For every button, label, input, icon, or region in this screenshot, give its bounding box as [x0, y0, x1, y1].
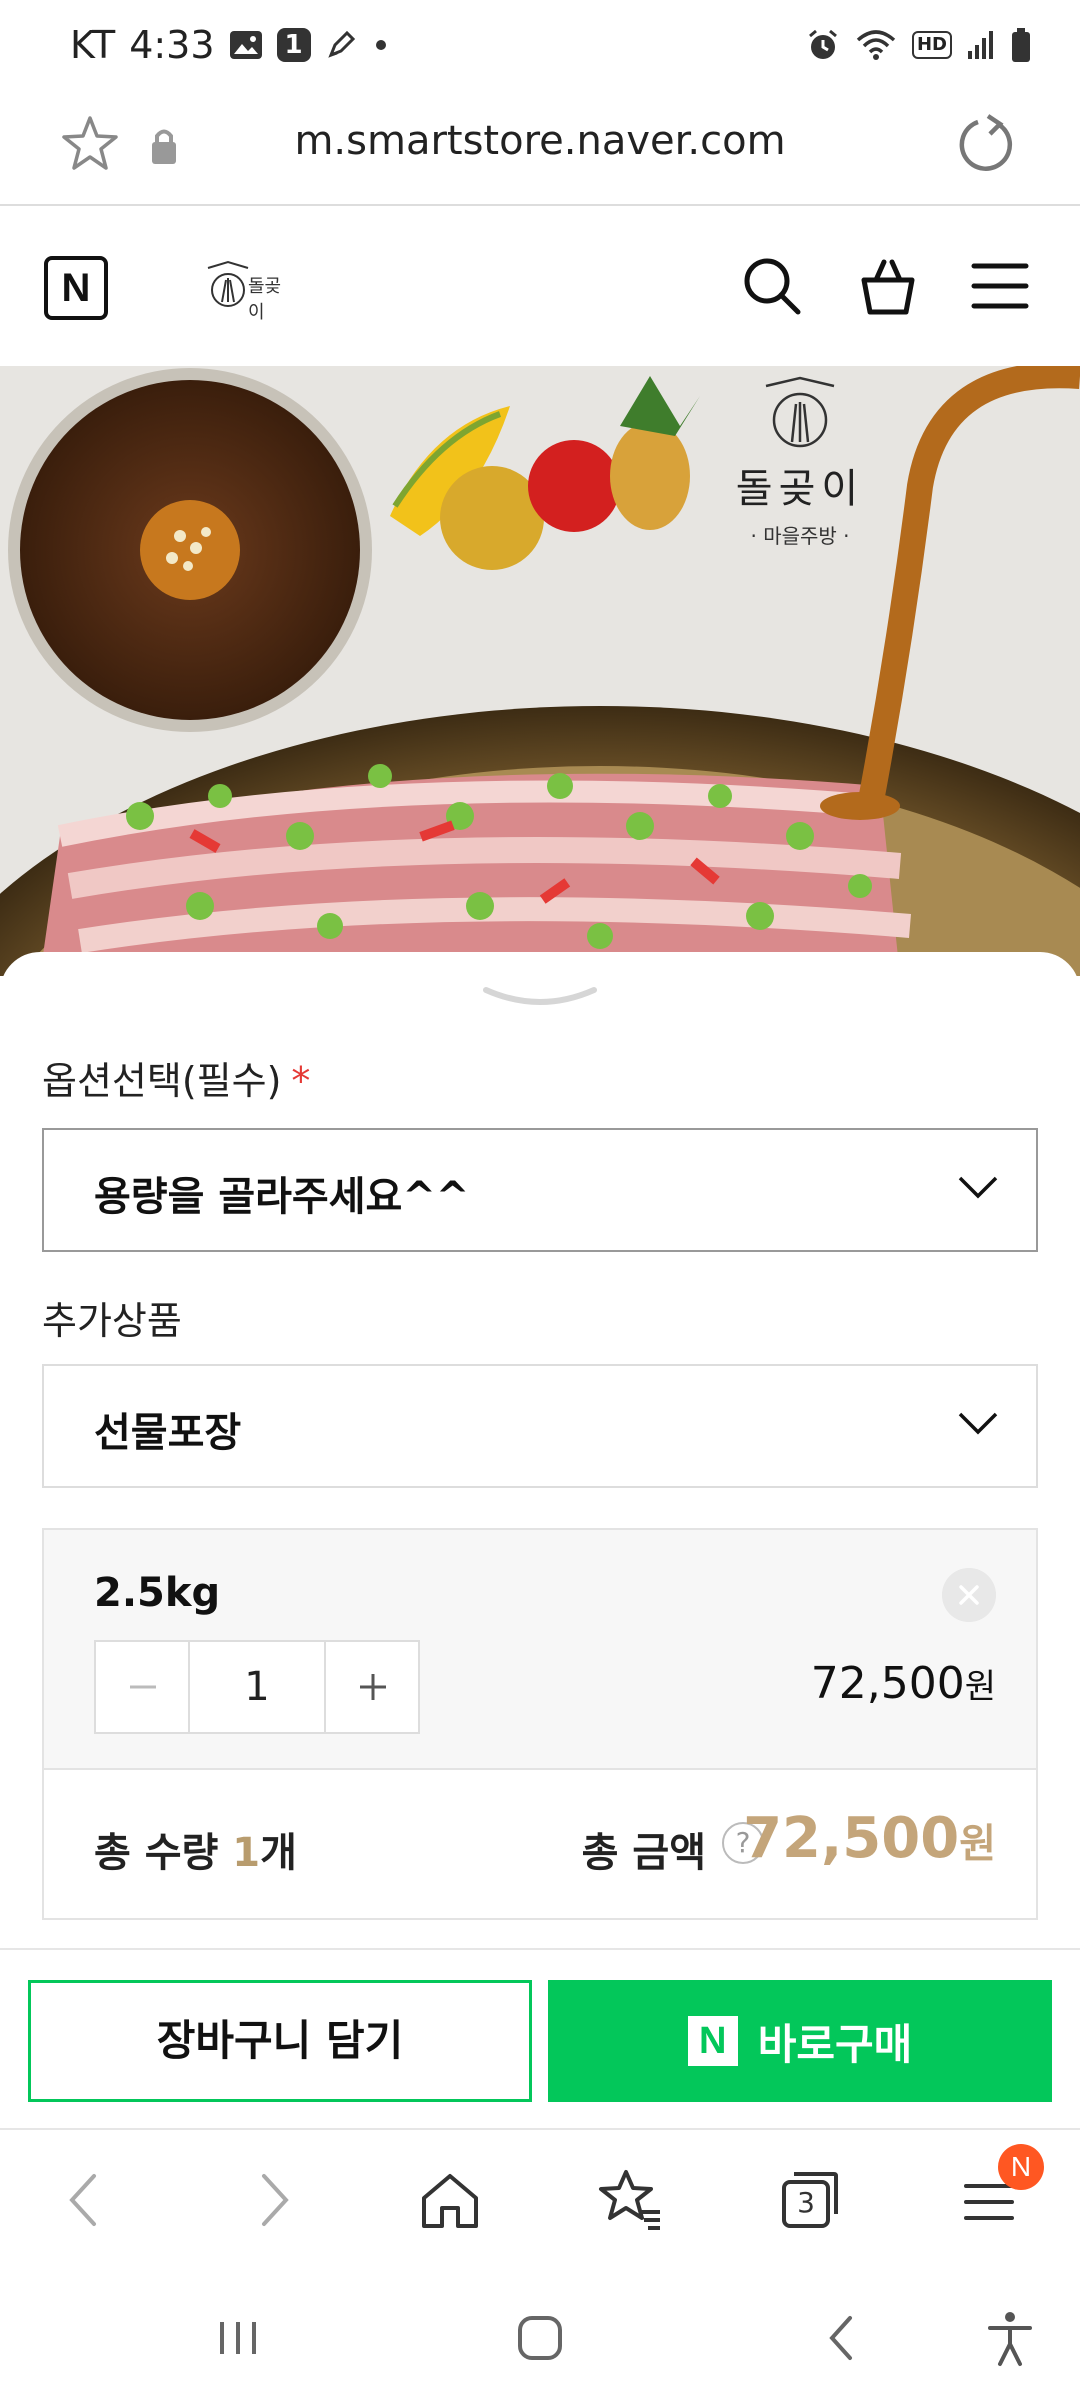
menu-notification-badge: N	[998, 2144, 1044, 2190]
add-to-cart-button[interactable]: 장바구니 담기	[28, 1980, 532, 2102]
back-icon[interactable]	[812, 2308, 872, 2368]
reload-icon[interactable]	[954, 112, 1020, 178]
recents-icon[interactable]	[208, 2308, 268, 2368]
chevron-down-icon	[958, 1176, 998, 1199]
pen-icon	[327, 30, 355, 58]
status-right: HD	[806, 22, 1032, 68]
option-section-label: 옵션선택(필수) *	[42, 1050, 310, 1105]
naver-logo[interactable]: N	[44, 256, 108, 320]
capacity-select-value: 용량을 골라주세요^^	[94, 1174, 470, 1220]
hero-brand-name: 돌곶이	[735, 466, 865, 512]
home-button-icon[interactable]	[510, 2308, 570, 2368]
hero-brand: 돌곶이 · 마을주방 ·	[730, 376, 870, 549]
additional-product-value: 선물포장	[94, 1410, 242, 1456]
carrier-label: KT	[70, 23, 116, 67]
selected-option-name: 2.5kg	[94, 1570, 221, 1616]
item-price-currency: 원	[964, 1667, 996, 1707]
order-summary: 2.5kg 1 72,500원 총 수량 1개 총 금액 ? 72,500원	[42, 1528, 1038, 1920]
total-quantity: 총 수량 1개	[94, 1820, 297, 1878]
product-hero-image: 돌곶이 · 마을주방 ·	[0, 366, 1080, 976]
quantity-increase-button[interactable]	[324, 1642, 418, 1732]
star-icon[interactable]	[58, 112, 122, 176]
alarm-icon	[809, 29, 837, 59]
sheet-collapse-handle[interactable]	[480, 980, 600, 1016]
remove-option-icon[interactable]	[942, 1568, 996, 1622]
totals-row: 총 수량 1개 총 금액 ? 72,500원	[44, 1770, 1036, 1918]
quantity-value[interactable]: 1	[190, 1642, 324, 1732]
plus-icon	[360, 1674, 386, 1700]
forward-icon[interactable]	[236, 2164, 308, 2236]
hero-brand-mark	[765, 376, 835, 448]
total-amount-currency: 원	[959, 1821, 996, 1867]
store-header: N 돌곶이	[0, 206, 1080, 366]
option-label-text: 옵션선택(필수)	[42, 1059, 282, 1103]
required-mark: *	[291, 1059, 311, 1103]
buy-now-label: 바로구매	[757, 2019, 913, 2069]
minus-icon	[130, 1685, 156, 1689]
search-icon[interactable]	[740, 254, 804, 318]
hero-brand-sub: · 마을주방 ·	[750, 524, 850, 548]
buy-now-button[interactable]: N 바로구매	[548, 1980, 1052, 2102]
store-logo-text: 돌곶이	[248, 276, 282, 323]
accessibility-icon[interactable]	[980, 2308, 1040, 2368]
additional-product-select[interactable]: 선물포장	[42, 1364, 1038, 1488]
total-amount-label: 총 금액	[581, 1830, 706, 1876]
browser-address-bar: m.smartstore.naver.com	[0, 90, 1080, 206]
total-quantity-value: 1	[232, 1830, 261, 1876]
divider	[0, 1948, 1080, 1950]
selected-option-item: 2.5kg 1 72,500원	[44, 1530, 1036, 1770]
system-navigation-bar	[0, 2268, 1080, 2400]
item-price: 72,500원	[811, 1658, 996, 1709]
browser-menu-button[interactable]: N	[958, 2144, 1044, 2236]
total-amount: 72,500원	[743, 1806, 996, 1871]
hd-icon: HD	[911, 31, 952, 59]
lock-icon	[152, 129, 176, 164]
url-text[interactable]: m.smartstore.naver.com	[200, 118, 880, 164]
clock: 4:33	[129, 23, 215, 67]
signal-icon	[968, 31, 993, 59]
wifi-icon	[856, 30, 896, 60]
quantity-decrease-button[interactable]	[96, 1642, 190, 1732]
tabs-icon[interactable]: 3	[774, 2164, 846, 2236]
purchase-option-sheet: 옵션선택(필수) * 용량을 골라주세요^^ 추가상품 선물포장 2.5kg 1 …	[0, 952, 1080, 1952]
bookmarks-icon[interactable]	[594, 2164, 666, 2236]
store-logo[interactable]: 돌곶이	[200, 258, 296, 323]
badge-icon: 1	[276, 28, 311, 62]
capacity-select[interactable]: 용량을 골라주세요^^	[42, 1128, 1038, 1252]
battery-icon	[1012, 28, 1030, 62]
total-quantity-prefix: 총 수량	[94, 1830, 233, 1876]
menu-icon[interactable]	[970, 258, 1030, 314]
home-icon[interactable]	[414, 2164, 486, 2236]
item-price-value: 72,500	[810, 1658, 965, 1709]
tabs-count: 3	[797, 2186, 815, 2219]
chevron-down-icon	[958, 1412, 998, 1435]
browser-bottom-toolbar: 3 N	[0, 2128, 1080, 2268]
total-quantity-suffix: 개	[260, 1830, 297, 1876]
additional-product-label: 추가상품	[42, 1299, 182, 1343]
quantity-stepper: 1	[94, 1640, 420, 1734]
back-icon[interactable]	[50, 2164, 122, 2236]
dot-icon	[375, 40, 386, 50]
status-bar: KT 4:33 1 HD	[0, 0, 1080, 90]
total-amount-value: 72,500	[743, 1806, 960, 1871]
cart-icon[interactable]	[856, 254, 920, 318]
hero-illustration	[0, 366, 1080, 976]
naver-pay-logo: N	[687, 2016, 738, 2066]
image-icon	[229, 31, 262, 59]
status-left: KT 4:33 1	[70, 20, 391, 70]
